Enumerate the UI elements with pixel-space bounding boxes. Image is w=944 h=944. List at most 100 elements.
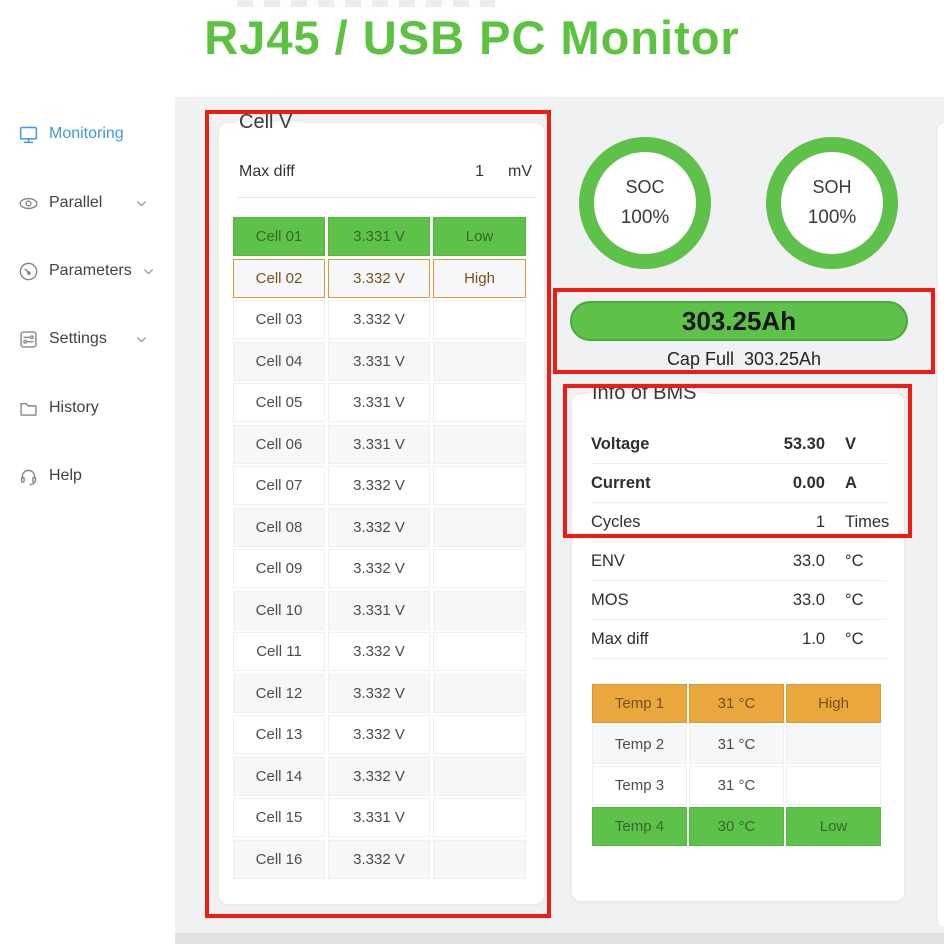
cell-status xyxy=(433,757,526,796)
bms-row-unit: °C xyxy=(845,630,887,649)
bms-row-value: 53.30 xyxy=(784,435,825,454)
chevron-down-icon xyxy=(135,333,148,346)
bms-row-unit: A xyxy=(845,474,887,493)
sidebar-item-label: Parallel xyxy=(49,194,102,212)
bms-info-row: Current 0.00 A xyxy=(591,464,887,503)
cell-status xyxy=(433,840,526,879)
cell-row: Cell 11 3.332 V xyxy=(233,632,526,671)
cell-status xyxy=(433,508,526,547)
cell-name: Cell 02 xyxy=(233,259,325,298)
cell-voltage: 3.332 V xyxy=(328,715,430,754)
cell-voltage: 3.332 V xyxy=(328,549,430,588)
bms-row-label: Voltage xyxy=(591,435,784,454)
cell-status xyxy=(433,591,526,630)
bms-row-unit: V xyxy=(845,435,887,454)
soc-label: SOC xyxy=(625,177,664,198)
cell-voltage: 3.332 V xyxy=(328,840,430,879)
bms-info-row: ENV 33.0 °C xyxy=(591,542,887,581)
cell-row: Cell 06 3.331 V xyxy=(233,425,526,464)
capacity-pill: 303.25Ah xyxy=(570,301,908,341)
bms-row-unit: Times xyxy=(845,513,887,532)
temp-name: Temp 4 xyxy=(592,807,687,846)
cell-voltage: 3.331 V xyxy=(328,591,430,630)
sidebar: Monitoring Parallel Parameters xyxy=(0,97,175,944)
cell-status xyxy=(433,383,526,422)
sidebar-item-history[interactable]: History xyxy=(18,396,148,420)
soh-gauge: SOH 100% xyxy=(766,137,898,269)
partial-panel-edge xyxy=(937,122,944,928)
cell-row: Cell 13 3.332 V xyxy=(233,715,526,754)
temp-value: 31 °C xyxy=(689,725,784,764)
temp-row: Temp 4 30 °C Low xyxy=(592,807,881,846)
cell-voltage: 3.332 V xyxy=(328,300,430,339)
temp-name: Temp 3 xyxy=(592,766,687,805)
cell-status xyxy=(433,300,526,339)
cell-voltage: 3.331 V xyxy=(328,425,430,464)
bms-row-label: Current xyxy=(591,474,793,493)
bms-row-value: 33.0 xyxy=(793,552,825,571)
cell-row: Cell 10 3.331 V xyxy=(233,591,526,630)
cap-full-value: 303.25Ah xyxy=(744,349,821,370)
cell-row: Cell 16 3.332 V xyxy=(233,840,526,879)
cell-voltage-panel: Cell V Max diff 1 mV Cell 01 3.331 V Low… xyxy=(218,122,545,905)
gauge-icon xyxy=(18,261,39,282)
monitor-icon xyxy=(18,124,39,145)
bms-info-row: MOS 33.0 °C xyxy=(591,581,887,620)
cell-row: Cell 01 3.331 V Low xyxy=(233,217,526,256)
sidebar-item-settings[interactable]: Settings xyxy=(18,327,148,351)
cell-status xyxy=(433,715,526,754)
temp-value: 30 °C xyxy=(689,807,784,846)
bms-row-value: 1.0 xyxy=(802,630,825,649)
cell-voltage: 3.332 V xyxy=(328,466,430,505)
bms-row-value: 1 xyxy=(816,513,825,532)
cell-status xyxy=(433,425,526,464)
soc-gauge: SOC 100% xyxy=(579,137,711,269)
soc-value: 100% xyxy=(621,207,670,229)
cell-name: Cell 16 xyxy=(233,840,325,879)
cell-name: Cell 03 xyxy=(233,300,325,339)
sidebar-item-label: History xyxy=(49,399,99,417)
temp-name: Temp 1 xyxy=(592,684,687,723)
bms-row-label: Max diff xyxy=(591,630,802,649)
soh-value: 100% xyxy=(808,207,857,229)
cell-voltage: 3.332 V xyxy=(328,674,430,713)
max-diff-row: Max diff 1 mV xyxy=(239,163,532,181)
cell-row: Cell 02 3.332 V High xyxy=(233,259,526,298)
temperature-table: Temp 1 31 °C High Temp 2 31 °C Temp 3 31… xyxy=(592,684,881,848)
eye-icon xyxy=(18,193,39,214)
max-diff-unit: mV xyxy=(508,163,532,181)
cell-row: Cell 12 3.332 V xyxy=(233,674,526,713)
cell-row: Cell 09 3.332 V xyxy=(233,549,526,588)
cell-voltage: 3.331 V xyxy=(328,798,430,837)
cell-voltage: 3.332 V xyxy=(328,757,430,796)
bms-row-label: ENV xyxy=(591,552,793,571)
temp-status: High xyxy=(786,684,881,723)
sidebar-item-parameters[interactable]: Parameters xyxy=(18,259,148,283)
cell-row: Cell 15 3.331 V xyxy=(233,798,526,837)
temp-status xyxy=(786,725,881,764)
cell-name: Cell 11 xyxy=(233,632,325,671)
soh-label: SOH xyxy=(812,177,851,198)
cell-voltage: 3.332 V xyxy=(328,259,430,298)
cell-name: Cell 04 xyxy=(233,342,325,381)
temp-row: Temp 3 31 °C xyxy=(592,766,881,805)
bms-info-row: Cycles 1 Times xyxy=(591,503,887,542)
bms-info-row: Max diff 1.0 °C xyxy=(591,620,887,659)
sidebar-item-help[interactable]: Help xyxy=(18,464,148,488)
bms-row-value: 33.0 xyxy=(793,591,825,610)
sidebar-item-parallel[interactable]: Parallel xyxy=(18,191,148,215)
cell-voltage: 3.332 V xyxy=(328,632,430,671)
temp-value: 31 °C xyxy=(689,766,784,805)
cell-status xyxy=(433,632,526,671)
sidebar-item-monitoring[interactable]: Monitoring xyxy=(18,122,148,146)
cell-voltage: 3.331 V xyxy=(328,383,430,422)
bms-row-label: MOS xyxy=(591,591,793,610)
cell-name: Cell 13 xyxy=(233,715,325,754)
cell-voltage: 3.332 V xyxy=(328,508,430,547)
cell-row: Cell 05 3.331 V xyxy=(233,383,526,422)
bms-info-row: Voltage 53.30 V xyxy=(591,425,887,464)
panel-legend: Info of BMS xyxy=(588,380,709,407)
cell-row: Cell 03 3.332 V xyxy=(233,300,526,339)
cell-voltage-table: Cell 01 3.331 V Low Cell 02 3.332 V High… xyxy=(233,217,526,881)
capacity-caption: Cap Full 303.25Ah xyxy=(553,349,935,370)
